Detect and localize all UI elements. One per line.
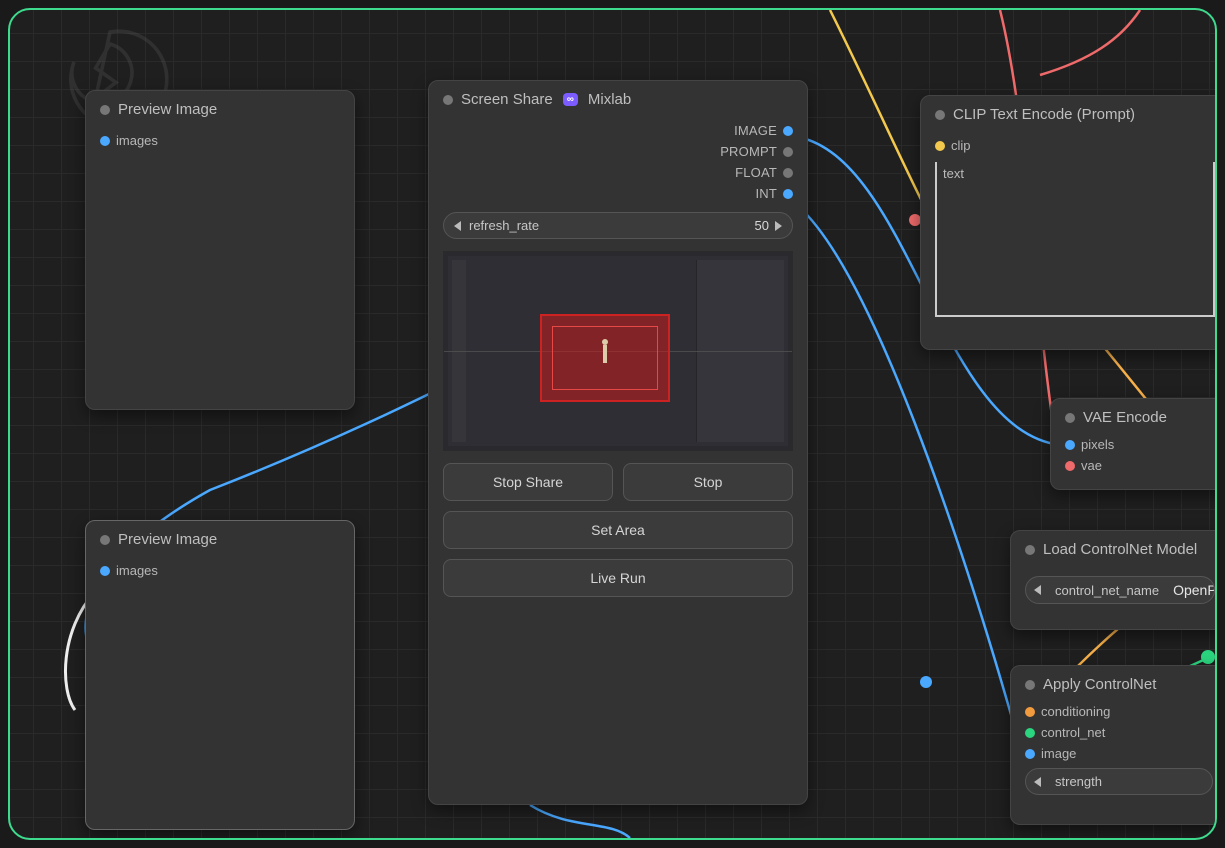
node-status-dot [935,110,945,120]
text-placeholder: text [943,166,964,181]
node-status-dot [1025,680,1035,690]
node-preview-image-1[interactable]: Preview Image images [85,90,355,410]
port-label: vae [1081,458,1102,473]
screen-share-preview[interactable] [443,251,793,451]
node-title-label: Load ControlNet Model [1043,541,1197,558]
input-port-images[interactable]: images [100,130,340,151]
port-dot [935,141,945,151]
port-label: pixels [1081,437,1114,452]
chevron-right-icon[interactable] [775,221,782,231]
param-control-net-name[interactable]: control_net_name OpenPose. [1025,576,1215,604]
node-title-label: VAE Encode [1083,409,1167,426]
param-strength[interactable]: strength [1025,768,1213,795]
port-dot [100,136,110,146]
input-port-pixels[interactable]: pixels [1065,434,1217,455]
port-label: images [116,563,158,578]
port-dot [1025,707,1035,717]
port-dot [783,147,793,157]
port-dot [783,189,793,199]
port-label: clip [951,138,971,153]
node-status-dot [100,535,110,545]
node-title[interactable]: Screen Share ∞ Mixlab [429,81,807,116]
node-title[interactable]: VAE Encode [1051,399,1217,434]
chevron-left-icon[interactable] [1034,585,1041,595]
live-run-button[interactable]: Live Run [443,559,793,597]
port-label: images [116,133,158,148]
port-dot [1025,728,1035,738]
preview-figure-icon [599,345,611,373]
node-clip-text-encode[interactable]: CLIP Text Encode (Prompt) clip text [920,95,1217,350]
port-label: control_net [1041,725,1105,740]
output-port-float[interactable]: FLOAT [443,162,793,183]
port-label: PROMPT [720,144,777,159]
mixlab-badge-icon: ∞ [563,93,578,106]
node-graph-canvas[interactable]: Preview Image images Preview Image image… [8,8,1217,840]
node-status-dot [1065,413,1075,423]
chevron-left-icon[interactable] [454,221,461,231]
node-load-controlnet[interactable]: Load ControlNet Model control_net_name O… [1010,530,1217,630]
port-dot [1065,440,1075,450]
param-name: control_net_name [1047,583,1167,598]
stop-share-button[interactable]: Stop Share [443,463,613,501]
port-dot [1065,461,1075,471]
node-screen-share[interactable]: Screen Share ∞ Mixlab IMAGE PROMPT FLOAT… [428,80,808,805]
node-vae-encode[interactable]: VAE Encode pixels vae [1050,398,1217,490]
node-preview-image-2[interactable]: Preview Image images [85,520,355,830]
stop-button[interactable]: Stop [623,463,793,501]
param-value: OpenPose. [1173,582,1215,598]
node-status-dot [100,105,110,115]
chevron-left-icon[interactable] [1034,777,1041,787]
node-title-label: Preview Image [118,101,217,118]
input-port-vae[interactable]: vae [1065,455,1217,476]
node-title-label: Preview Image [118,531,217,548]
node-status-dot [1025,545,1035,555]
port-label: INT [755,186,777,201]
input-port-images[interactable]: images [100,560,340,581]
node-title[interactable]: Preview Image [86,521,354,556]
param-name: strength [1047,774,1204,789]
port-label: image [1041,746,1076,761]
input-port-control-net[interactable]: control_net [1025,722,1213,743]
node-status-dot [443,95,453,105]
input-port-conditioning[interactable]: conditioning [1025,701,1213,722]
node-title-suffix: Mixlab [588,91,631,108]
port-label: FLOAT [735,165,777,180]
node-title[interactable]: CLIP Text Encode (Prompt) [921,96,1217,131]
output-port-image[interactable]: IMAGE [443,120,793,141]
capture-region-overlay[interactable] [540,314,670,402]
node-title[interactable]: Load ControlNet Model [1011,531,1217,566]
prompt-text-input[interactable]: text [935,162,1215,317]
node-title[interactable]: Apply ControlNet [1011,666,1217,701]
param-name: refresh_rate [461,218,749,233]
port-label: IMAGE [734,123,777,138]
node-title[interactable]: Preview Image [86,91,354,126]
output-port-prompt[interactable]: PROMPT [443,141,793,162]
param-refresh-rate[interactable]: refresh_rate 50 [443,212,793,239]
port-dot [1025,749,1035,759]
input-port-image[interactable]: image [1025,743,1213,764]
port-dot [783,168,793,178]
param-value: 50 [749,218,775,233]
port-dot [100,566,110,576]
node-title-prefix: Screen Share [461,91,553,108]
node-apply-controlnet[interactable]: Apply ControlNet conditioning control_ne… [1010,665,1217,825]
port-label: conditioning [1041,704,1110,719]
output-port-int[interactable]: INT [443,183,793,204]
input-port-clip[interactable]: clip [935,135,1215,156]
set-area-button[interactable]: Set Area [443,511,793,549]
node-title-label: CLIP Text Encode (Prompt) [953,106,1135,123]
node-title-label: Apply ControlNet [1043,676,1156,693]
port-dot [783,126,793,136]
